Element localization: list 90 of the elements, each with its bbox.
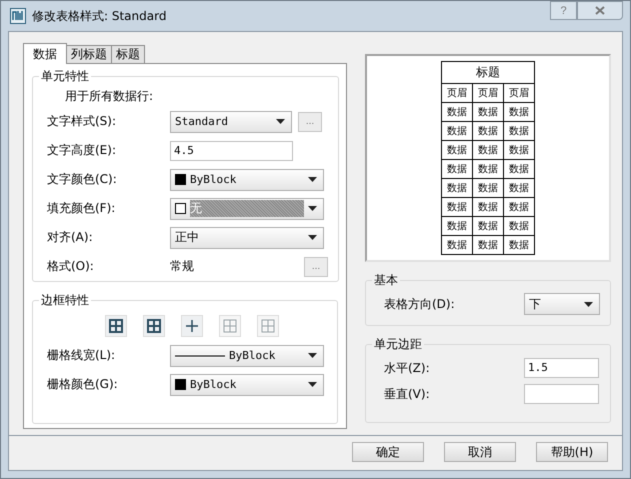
- dropdown[interactable]: Standard: [170, 110, 292, 132]
- field-label: 垂直(V):: [383, 386, 431, 402]
- tab[interactable]: 标题: [111, 45, 145, 63]
- preview-header-cell: 页眉: [472, 84, 504, 102]
- field-label: 文字颜色(C):: [47, 171, 118, 188]
- line-sample-icon: [175, 354, 225, 356]
- preview-cell: 数据: [472, 160, 504, 178]
- preview-cell: 数据: [442, 102, 472, 122]
- more-button[interactable]: ...: [304, 256, 328, 276]
- border-button[interactable]: [105, 315, 127, 337]
- dropdown-arrow-icon: [308, 177, 317, 182]
- field-label: 对齐(A):: [47, 229, 94, 246]
- preview-cell: 数据: [442, 140, 472, 160]
- dropdown-arrow-icon: [308, 206, 317, 211]
- preview-cell: 数据: [504, 236, 534, 254]
- preview-cell: 数据: [504, 140, 534, 160]
- group-title: 单元特性: [40, 68, 90, 85]
- horizontal-margin-field[interactable]: 1.5: [524, 358, 599, 378]
- text-height-field[interactable]: 4.5: [170, 140, 293, 160]
- preview-header-cell: 页眉: [442, 84, 472, 102]
- grid-icon: [147, 319, 161, 333]
- preview-cell: 数据: [504, 122, 534, 140]
- dropdown[interactable]: 无: [170, 198, 324, 220]
- app-icon: [10, 8, 26, 24]
- preview-cell: 数据: [442, 160, 472, 178]
- field-label: 填充颜色(F):: [47, 200, 116, 217]
- tab[interactable]: 列标题: [66, 45, 112, 63]
- dropdown-value: ByBlock: [229, 349, 276, 362]
- preview-cell: 数据: [472, 140, 504, 160]
- field-label: 栅格颜色(G):: [47, 376, 119, 393]
- preview-cell: 数据: [504, 198, 534, 216]
- preview-cell: 数据: [442, 216, 472, 236]
- dialog-button[interactable]: 帮助(H): [536, 442, 608, 462]
- preview-header-cell: 页眉: [504, 84, 534, 102]
- note-text: 用于所有数据行:: [64, 88, 154, 105]
- field-label: 栅格线宽(L):: [47, 347, 116, 364]
- group-title: 基本: [373, 272, 399, 289]
- dropdown-arrow-icon: [308, 353, 317, 358]
- preview-cell: 数据: [442, 236, 472, 254]
- close-icon: [595, 6, 605, 15]
- dropdown-value: 下: [529, 296, 542, 312]
- dropdown-arrow-icon: [308, 235, 317, 240]
- dropdown-arrow-icon: [584, 302, 593, 306]
- dropdown-arrow-icon: [276, 119, 285, 124]
- dropdown[interactable]: ByBlock: [170, 374, 324, 396]
- dropdown-value: 正中: [175, 229, 200, 246]
- dropdown[interactable]: 正中: [170, 226, 324, 248]
- preview-cell: 数据: [442, 178, 472, 198]
- close-button[interactable]: [577, 1, 623, 20]
- dropdown-value: 无: [190, 200, 304, 217]
- group-title: 边框特性: [40, 292, 90, 309]
- preview-cell: 数据: [472, 216, 504, 236]
- preview-cell: 数据: [472, 198, 504, 216]
- dropdown[interactable]: 下: [524, 293, 600, 315]
- dialog-button[interactable]: 取消: [444, 442, 516, 462]
- window-title: 修改表格样式: Standard: [32, 8, 166, 24]
- preview-cell: 数据: [442, 122, 472, 140]
- field-label: 文字样式(S):: [47, 113, 118, 130]
- preview-title: 标题: [442, 62, 534, 84]
- dropdown-arrow-icon: [308, 382, 317, 387]
- grid-icon: [109, 319, 123, 333]
- preview-cell: 数据: [472, 122, 504, 140]
- dropdown[interactable]: ByBlock: [170, 344, 324, 366]
- grid-icon: [261, 319, 275, 333]
- dialog-button[interactable]: 确定: [352, 442, 424, 462]
- vertical-margin-field[interactable]: [524, 384, 599, 404]
- group-title: 单元边距: [373, 336, 423, 353]
- cross-icon: [185, 319, 199, 333]
- field-label: 表格方向(D):: [383, 296, 456, 312]
- dropdown-value: ByBlock: [190, 378, 238, 391]
- preview-cell: 数据: [504, 160, 534, 178]
- dropdown-value: ByBlock: [190, 173, 238, 186]
- preview-cell: 数据: [504, 178, 534, 198]
- more-button[interactable]: ...: [298, 112, 322, 132]
- dropdown-value: Standard: [175, 115, 229, 128]
- tab[interactable]: 数据: [23, 43, 67, 64]
- preview-cell: 数据: [472, 178, 504, 198]
- grid-icon: [223, 319, 237, 333]
- preview-cell: 数据: [472, 102, 504, 122]
- field-label: 水平(Z):: [383, 360, 431, 376]
- preview-cell: 数据: [442, 198, 472, 216]
- border-button[interactable]: [181, 315, 203, 337]
- field-label: 格式(O):: [47, 258, 95, 275]
- format-value: 常规: [170, 258, 195, 275]
- preview-cell: 数据: [504, 216, 534, 236]
- border-button[interactable]: [143, 315, 165, 337]
- preview-cell: 数据: [504, 102, 534, 122]
- field-label: 文字高度(E):: [47, 142, 117, 159]
- preview-cell: 数据: [472, 236, 504, 254]
- dropdown[interactable]: ByBlock: [170, 168, 324, 190]
